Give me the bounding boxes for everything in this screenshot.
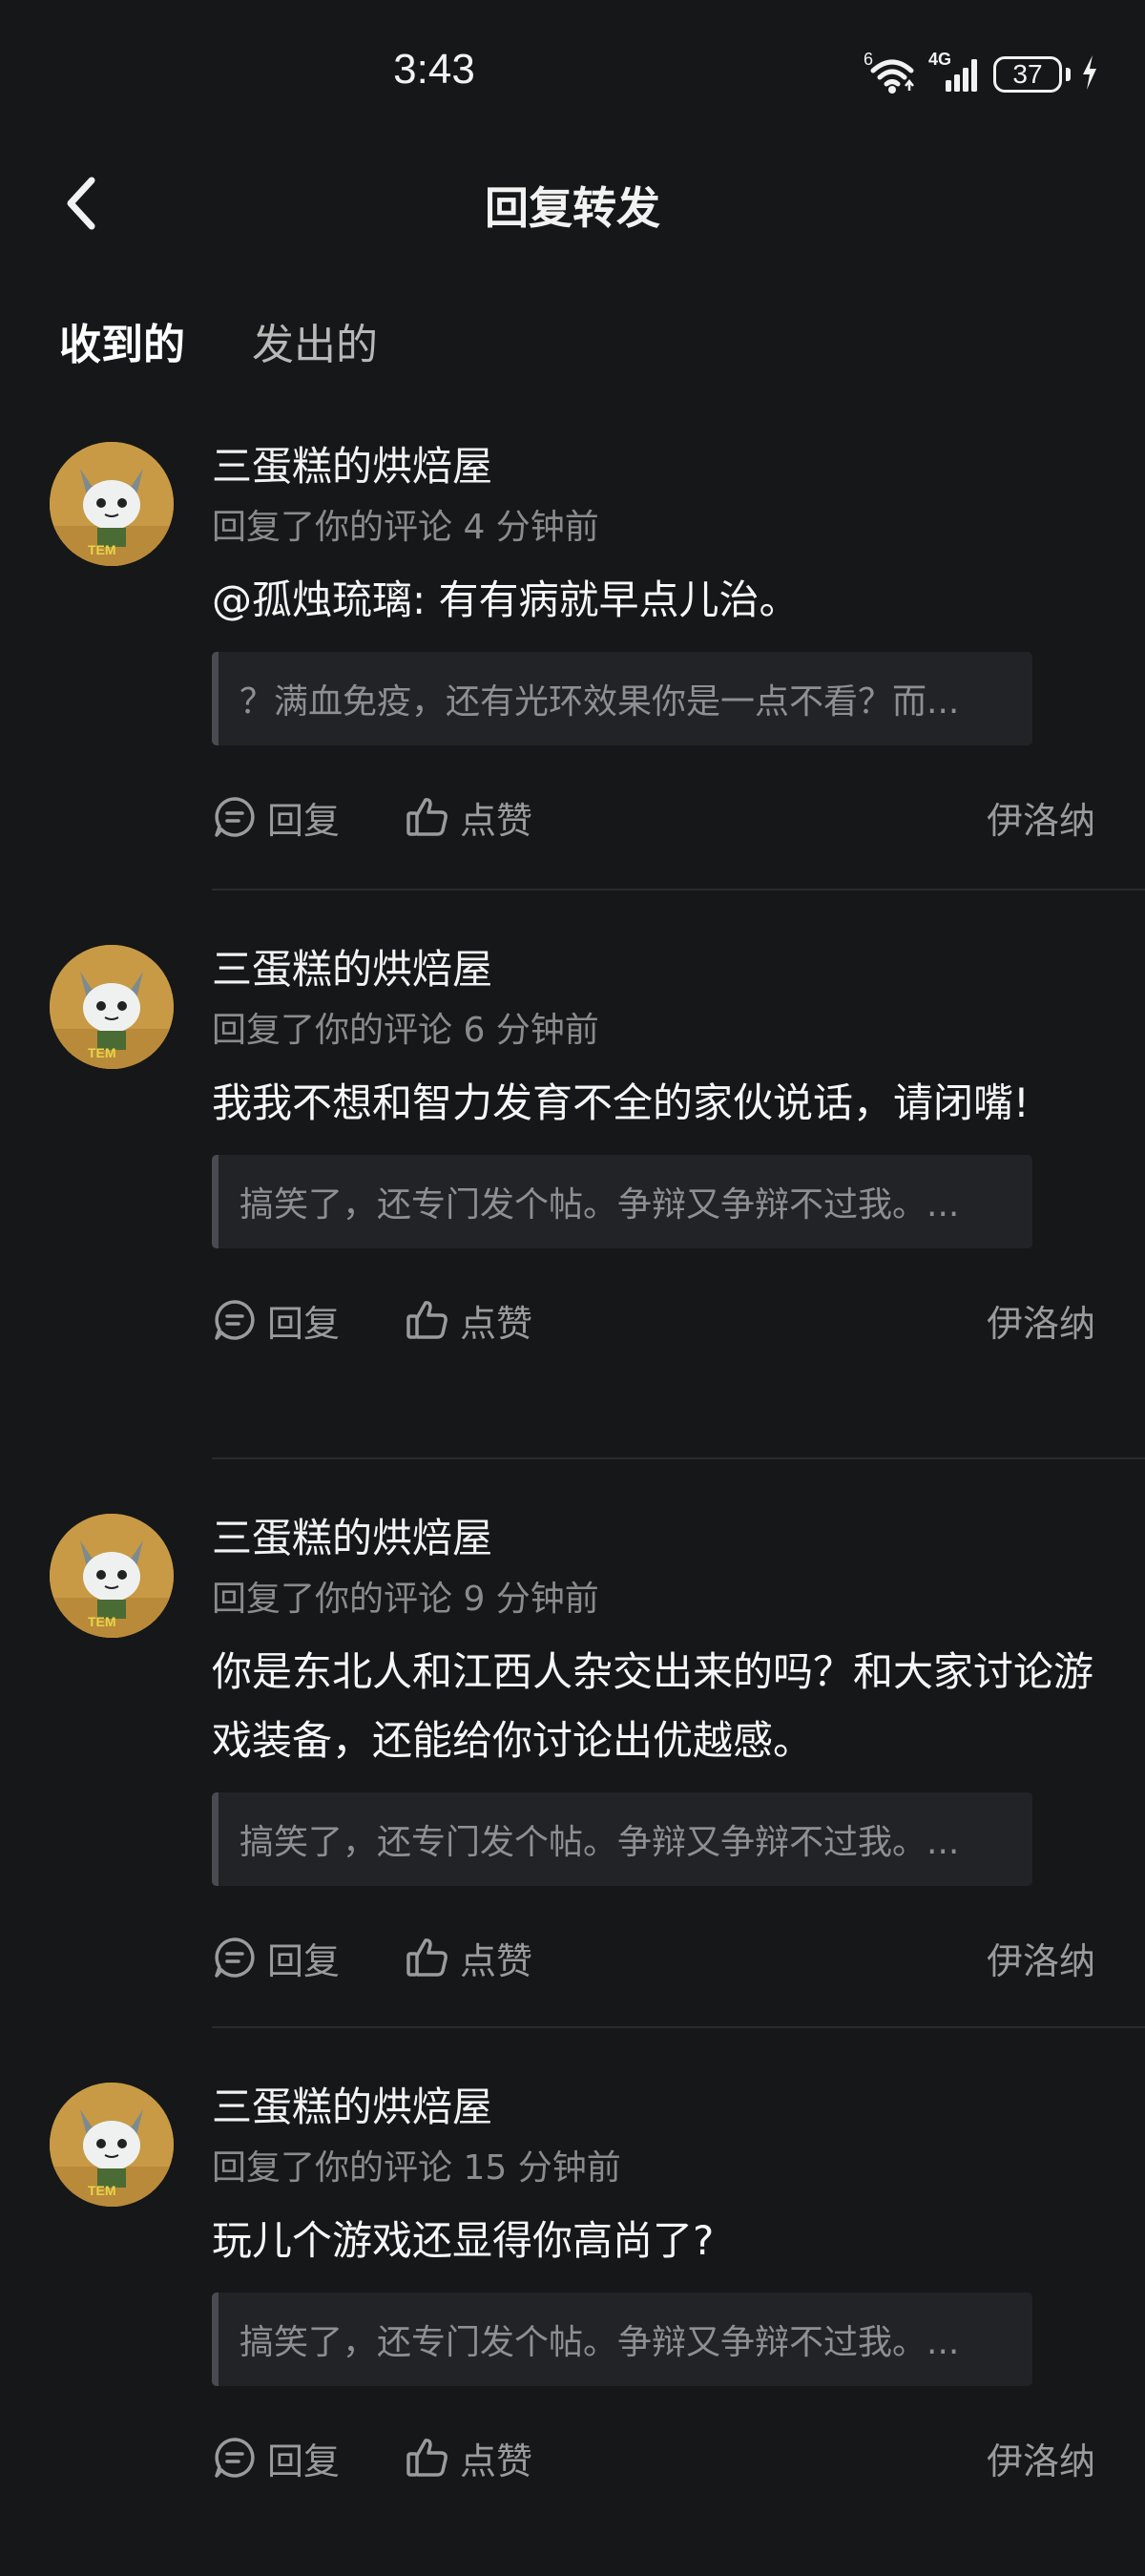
- network-label: 4G: [928, 50, 952, 69]
- avatar[interactable]: TEM: [50, 1514, 174, 1638]
- avatar[interactable]: TEM: [50, 2083, 174, 2207]
- reply-content: 三蛋糕的烘焙屋 回复了你的评论 9 分钟前 你是东北人和江西人杂交出来的吗？和大…: [212, 1506, 1095, 1991]
- active-tab-indicator: [65, 368, 179, 377]
- reply-label: 回复: [267, 2440, 341, 2482]
- tab-bar: 收到的 发出的: [0, 305, 1145, 382]
- reply-content: 三蛋糕的烘焙屋 回复了你的评论 6 分钟前 我我不想和智力发育不全的家伙说话，请…: [212, 937, 1095, 1353]
- wifi-label: 6: [864, 50, 874, 69]
- reply-meta: 回复了你的评论 6 分钟前: [212, 1011, 599, 1050]
- tab-sent-label: 发出的: [252, 321, 378, 369]
- quoted-comment[interactable]: 搞笑了，还专门发个帖。争辩又争辩不过我。...: [212, 2293, 1032, 2386]
- divider: [212, 1457, 1145, 1459]
- quoted-comment[interactable]: 搞笑了，还专门发个帖。争辩又争辩不过我。...: [212, 1155, 1032, 1248]
- like-label: 点赞: [460, 1939, 533, 1982]
- thumbs-up-icon: [406, 2439, 448, 2477]
- tab-received-label: 收到的: [59, 321, 185, 369]
- list-item[interactable]: TEM 三蛋糕的烘焙屋 回复了你的评论 15 分钟前 玩儿个游戏还显得你高尚了?…: [0, 2075, 1145, 2576]
- source-post-link[interactable]: 伊洛纳: [987, 2424, 1095, 2491]
- svg-text:TEM: TEM: [88, 2183, 116, 2198]
- reply-meta: 回复了你的评论 9 分钟前: [212, 1580, 599, 1619]
- reply-content: 三蛋糕的烘焙屋 回复了你的评论 15 分钟前 玩儿个游戏还显得你高尚了? 搞笑了…: [212, 2075, 1095, 2491]
- cellular-signal-icon: 4G: [928, 50, 984, 95]
- like-button[interactable]: 点赞: [405, 784, 532, 850]
- avatar[interactable]: TEM: [50, 442, 174, 566]
- comment-icon: [215, 1937, 255, 1978]
- comment-icon: [215, 797, 255, 837]
- reply-label: 回复: [267, 1939, 341, 1982]
- divider: [212, 2026, 1145, 2028]
- tab-sent[interactable]: 发出的: [252, 310, 378, 371]
- wifi-icon: 6: [864, 50, 919, 95]
- reply-list: TEM 三蛋糕的烘焙屋 回复了你的评论 4 分钟前 @孤烛琉璃: 有有病就早点儿…: [0, 434, 1145, 2576]
- reply-button[interactable]: 回复: [212, 1924, 340, 1991]
- list-item[interactable]: TEM 三蛋糕的烘焙屋 回复了你的评论 4 分钟前 @孤烛琉璃: 有有病就早点儿…: [0, 434, 1145, 937]
- source-post-link[interactable]: 伊洛纳: [987, 1287, 1095, 1353]
- author-name[interactable]: 三蛋糕的烘焙屋: [212, 1512, 1095, 1565]
- reply-button[interactable]: 回复: [212, 1287, 340, 1353]
- source-post-link[interactable]: 伊洛纳: [987, 784, 1095, 850]
- list-item[interactable]: TEM 三蛋糕的烘焙屋 回复了你的评论 6 分钟前 我我不想和智力发育不全的家伙…: [0, 937, 1145, 1506]
- quoted-comment[interactable]: 搞笑了，还专门发个帖。争辩又争辩不过我。...: [212, 1792, 1032, 1886]
- thumbs-up-icon: [406, 1938, 448, 1977]
- thumbs-up-icon: [406, 798, 448, 836]
- nav-bar: 回复转发: [0, 153, 1145, 254]
- reply-content: 三蛋糕的烘焙屋 回复了你的评论 4 分钟前 @孤烛琉璃: 有有病就早点儿治。 ？…: [212, 434, 1095, 850]
- action-row: 回复 点赞 伊洛纳: [212, 784, 1095, 850]
- author-name[interactable]: 三蛋糕的烘焙屋: [212, 2081, 1095, 2134]
- thumbs-up-icon: [406, 1301, 448, 1339]
- charging-icon: [1080, 53, 1099, 95]
- status-time: 3:43: [393, 46, 475, 93]
- like-button[interactable]: 点赞: [405, 2424, 532, 2491]
- reply-meta: 回复了你的评论 4 分钟前: [212, 508, 599, 547]
- status-bar: 3:43 6 4G 37: [0, 0, 1145, 153]
- svg-text:TEM: TEM: [88, 1614, 116, 1629]
- comment-icon: [215, 2438, 255, 2478]
- like-label: 点赞: [460, 1302, 533, 1345]
- action-row: 回复 点赞 伊洛纳: [212, 1924, 1095, 1991]
- comment-icon: [215, 1300, 255, 1340]
- reply-button[interactable]: 回复: [212, 784, 340, 850]
- reply-button[interactable]: 回复: [212, 2424, 340, 2491]
- divider: [212, 889, 1145, 890]
- tab-received[interactable]: 收到的: [59, 310, 185, 377]
- reply-text[interactable]: 你是东北人和江西人杂交出来的吗？和大家讨论游戏装备，还能给你讨论出优越感。: [212, 1638, 1095, 1775]
- page-title: 回复转发: [485, 182, 660, 234]
- avatar[interactable]: TEM: [50, 945, 174, 1069]
- svg-text:TEM: TEM: [88, 542, 116, 557]
- svg-text:TEM: TEM: [88, 1045, 116, 1060]
- like-button[interactable]: 点赞: [405, 1924, 532, 1991]
- like-button[interactable]: 点赞: [405, 1287, 532, 1353]
- reply-meta: 回复了你的评论 15 分钟前: [212, 2148, 621, 2188]
- battery-level: 37: [993, 56, 1062, 93]
- reply-text[interactable]: @孤烛琉璃: 有有病就早点儿治。: [212, 566, 1095, 635]
- reply-text[interactable]: 我我不想和智力发育不全的家伙说话，请闭嘴!: [212, 1069, 1095, 1138]
- reply-label: 回复: [267, 799, 341, 842]
- author-name[interactable]: 三蛋糕的烘焙屋: [212, 440, 1095, 493]
- status-icons: 6 4G 37: [864, 50, 1099, 95]
- like-label: 点赞: [460, 799, 533, 842]
- quoted-comment[interactable]: ？满血免疫，还有光环效果你是一点不看？而...: [212, 652, 1032, 745]
- author-name[interactable]: 三蛋糕的烘焙屋: [212, 943, 1095, 996]
- list-item[interactable]: TEM 三蛋糕的烘焙屋 回复了你的评论 9 分钟前 你是东北人和江西人杂交出来的…: [0, 1506, 1145, 2075]
- reply-label: 回复: [267, 1302, 341, 1345]
- battery-icon: 37: [993, 56, 1071, 93]
- source-post-link[interactable]: 伊洛纳: [987, 1924, 1095, 1991]
- action-row: 回复 点赞 伊洛纳: [212, 1287, 1095, 1353]
- reply-text[interactable]: 玩儿个游戏还显得你高尚了?: [212, 2207, 1095, 2275]
- like-label: 点赞: [460, 2440, 533, 2482]
- action-row: 回复 点赞 伊洛纳: [212, 2424, 1095, 2491]
